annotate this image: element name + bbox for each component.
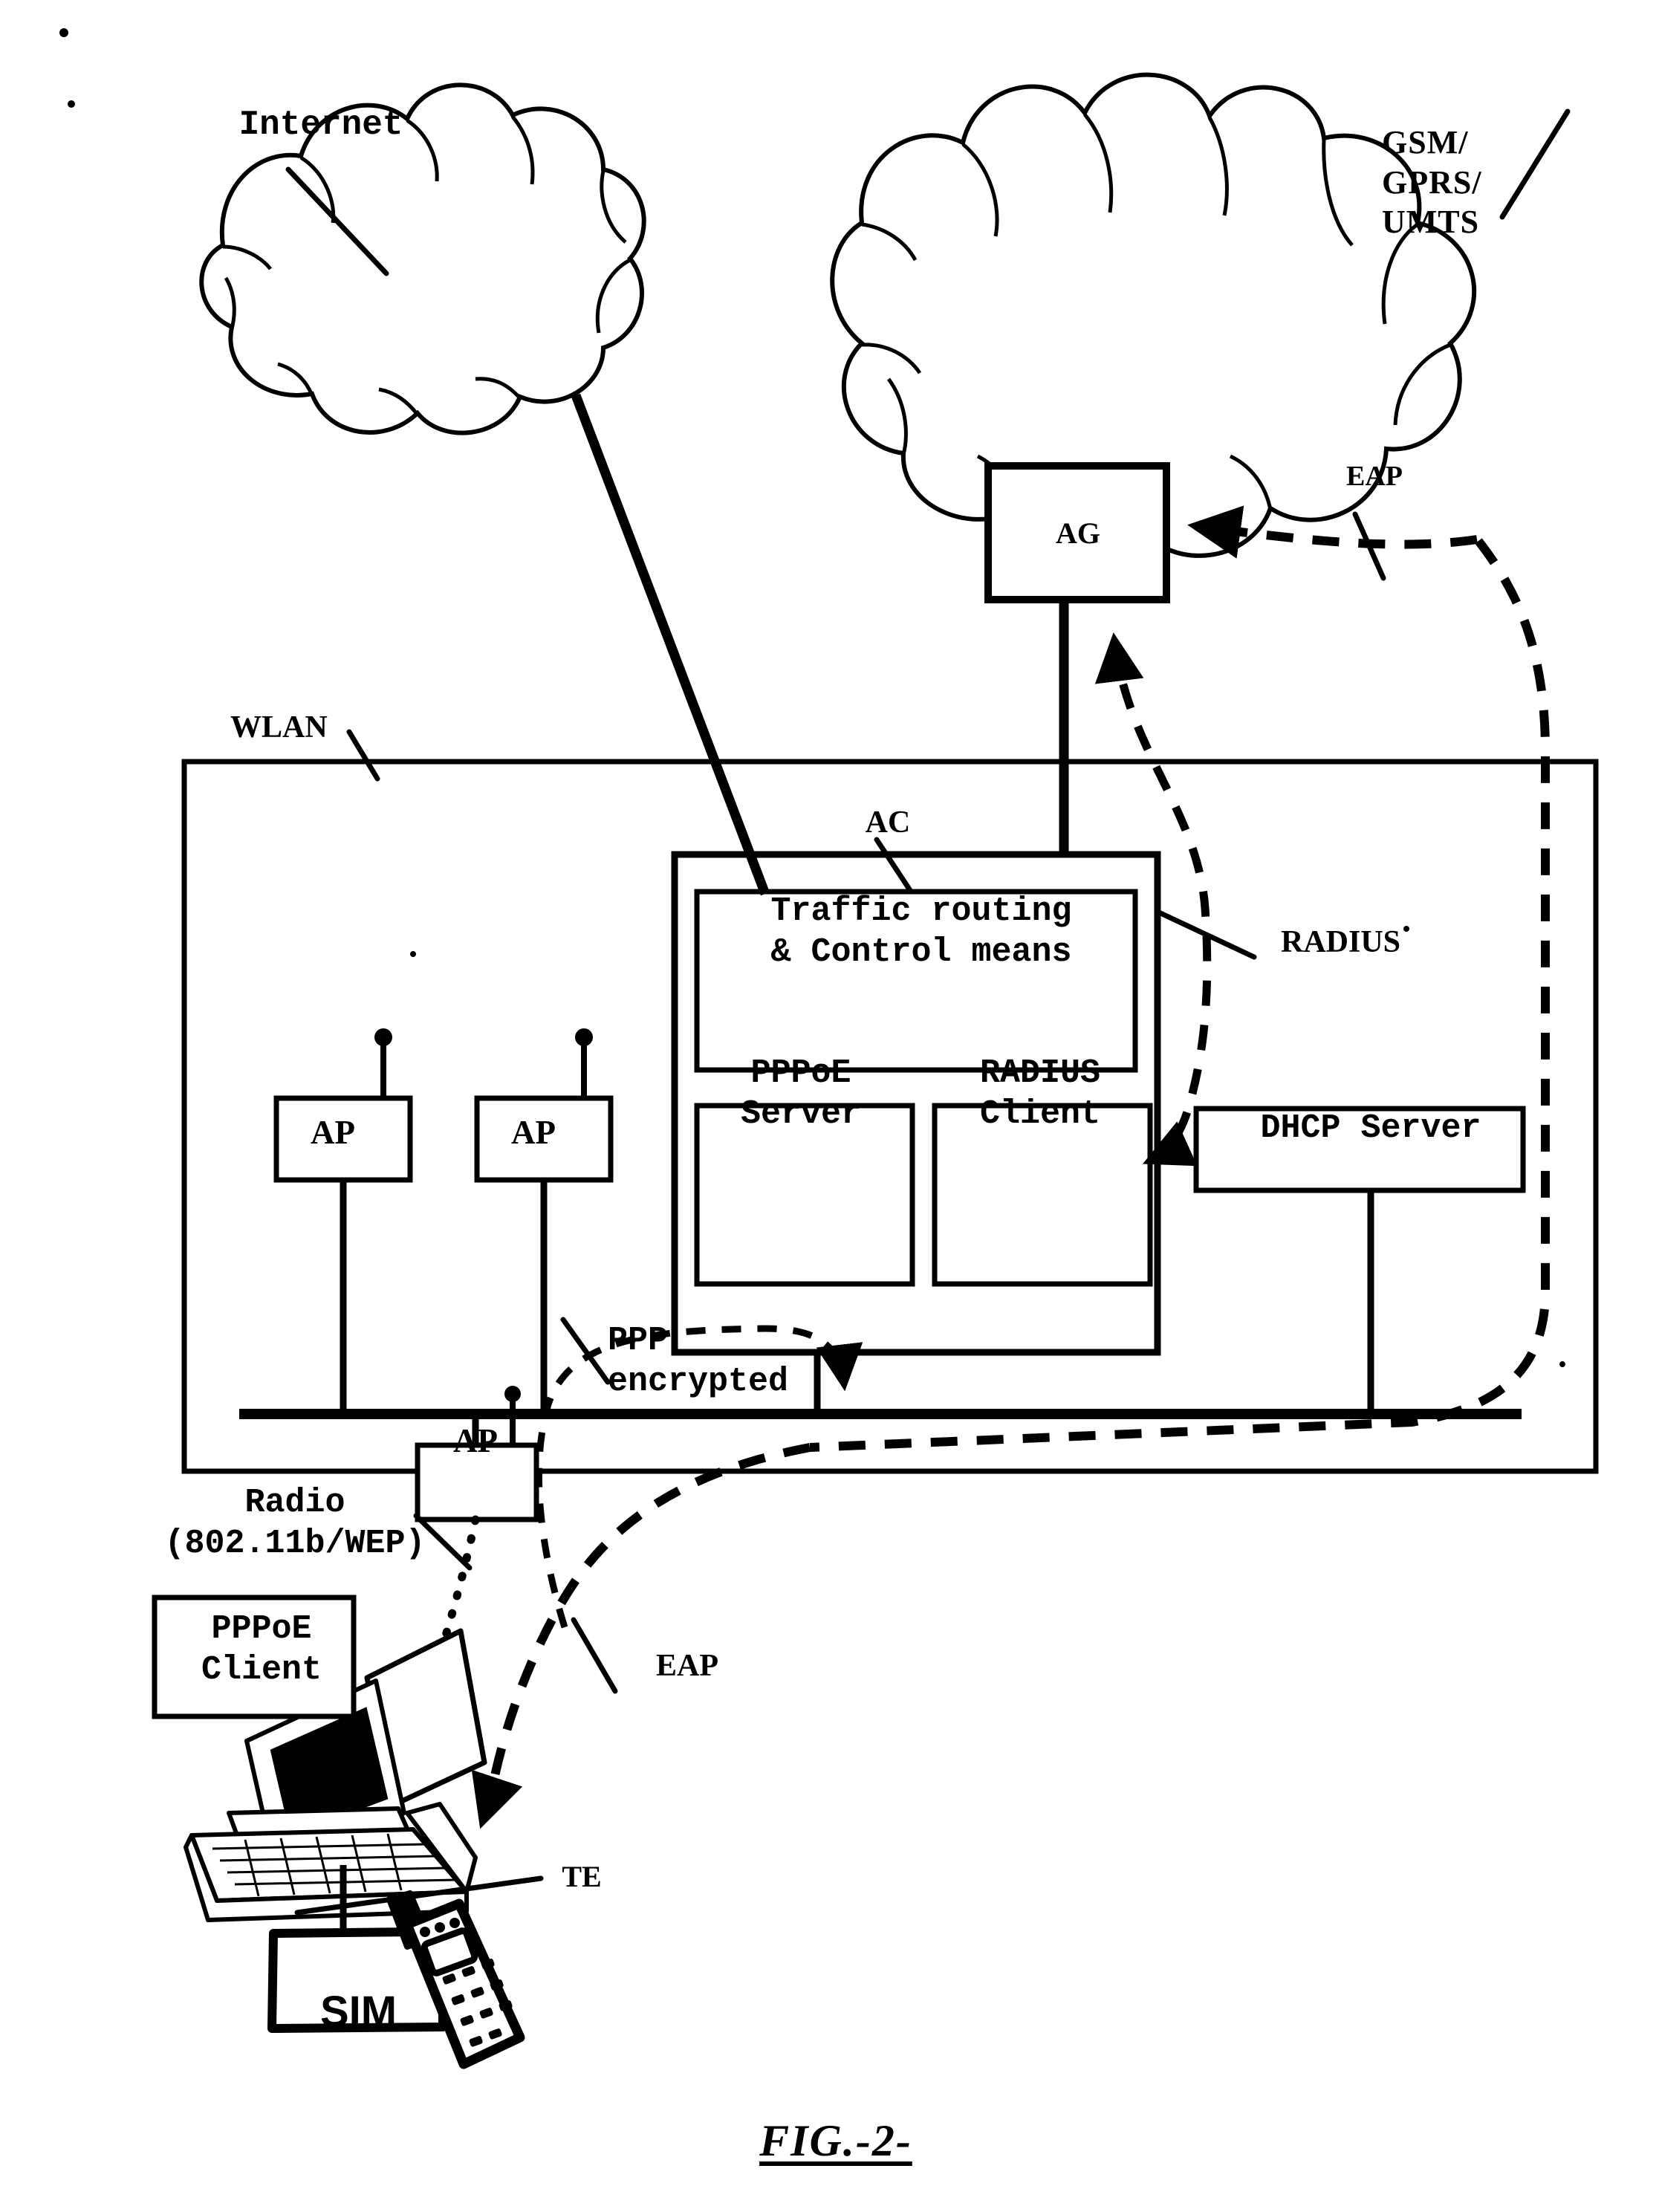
terminal-equipment-label: TE <box>562 1860 602 1893</box>
pppoe-client-label: PPPoE Client <box>201 1610 322 1689</box>
ac-label: AC <box>865 805 911 840</box>
access-point-3-label: AP <box>453 1422 498 1459</box>
figure-caption: FIG.-2- <box>713 2114 958 2168</box>
ag-label: AG <box>1056 516 1100 550</box>
pppoe-server-label: PPPoE Server <box>740 1054 862 1133</box>
eap-bottom-label: EAP <box>656 1649 718 1683</box>
figure-caption-text: FIG.-2- <box>759 2116 912 2165</box>
radius-client-label: RADIUS Client <box>979 1054 1101 1133</box>
ppp-encrypted-label: PPP encrypted <box>608 1322 789 1401</box>
eap-bottom-leader <box>571 1617 618 1694</box>
scan-speck <box>1559 1361 1565 1367</box>
access-point-1-label: AP <box>311 1114 355 1151</box>
access-point-1 <box>273 1028 413 1183</box>
internet-to-ac-link <box>571 393 770 896</box>
radio-link-label: Radio (802.11b/WEP) <box>164 1484 426 1563</box>
mobile-core-cloud-label: GSM/ GPRS/ UMTS <box>1382 124 1482 241</box>
traffic-routing-label: Traffic routing & Control means <box>770 892 1072 971</box>
radius-link-label: RADIUS <box>1281 925 1401 959</box>
internet-cloud-label: Internet <box>238 106 403 144</box>
sim-label: SIM <box>319 1988 397 2036</box>
scan-speck <box>68 100 75 108</box>
scan-speck <box>59 28 68 37</box>
access-point-2 <box>474 1028 614 1183</box>
access-point-2-label: AP <box>511 1114 556 1151</box>
dhcp-server-label: DHCP Server <box>1260 1109 1481 1147</box>
patent-figure: Internet GSM/ GPRS/ UMTS AG EAP WLAN AC … <box>0 0 1659 2212</box>
scan-speck <box>410 951 416 957</box>
eap-top-label: EAP <box>1346 461 1403 492</box>
wlan-label: WLAN <box>230 710 328 745</box>
